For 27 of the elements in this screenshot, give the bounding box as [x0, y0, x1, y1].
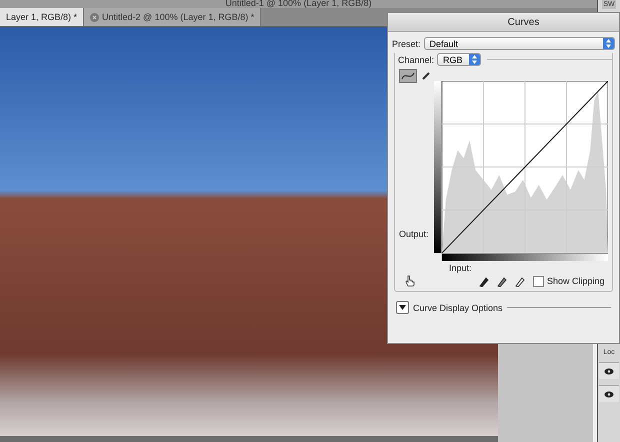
tab-label: Untitled-2 @ 100% (Layer 1, RGB/8) *	[102, 12, 254, 22]
disclosure-button[interactable]	[396, 301, 409, 314]
checkbox[interactable]	[533, 276, 544, 286]
show-clipping-label: Show Clipping	[547, 276, 605, 286]
eyedropper-icon[interactable]	[515, 275, 525, 287]
input-label: Input:	[449, 263, 472, 273]
layer-row[interactable]	[599, 362, 619, 379]
curve-display-options-label: Curve Display Options	[413, 302, 503, 312]
stepper-icon	[603, 38, 614, 49]
output-label: Output:	[399, 229, 429, 239]
dialog-title: Curves	[506, 16, 540, 28]
document-tab[interactable]: Untitled-2 @ 100% (Layer 1, RGB/8) *	[84, 8, 262, 26]
document-tab[interactable]: Layer 1, RGB/8) *	[0, 8, 84, 26]
channel-dropdown[interactable]: RGB	[437, 53, 482, 66]
close-icon[interactable]	[90, 12, 100, 22]
caret-icon	[399, 305, 406, 310]
channel-label: Channel:	[398, 54, 434, 64]
eyedropper-icon[interactable]	[479, 275, 489, 287]
hand-icon[interactable]	[405, 275, 415, 287]
layer-row[interactable]	[599, 385, 619, 402]
preset-dropdown[interactable]: Default	[424, 37, 615, 50]
tab-label: Layer 1, RGB/8) *	[6, 12, 78, 22]
eye-icon[interactable]	[604, 368, 614, 374]
stepper-icon	[469, 54, 480, 65]
eye-icon[interactable]	[604, 390, 614, 398]
preset-label: Preset:	[392, 38, 421, 48]
curve-tool-icon[interactable]	[399, 69, 417, 83]
